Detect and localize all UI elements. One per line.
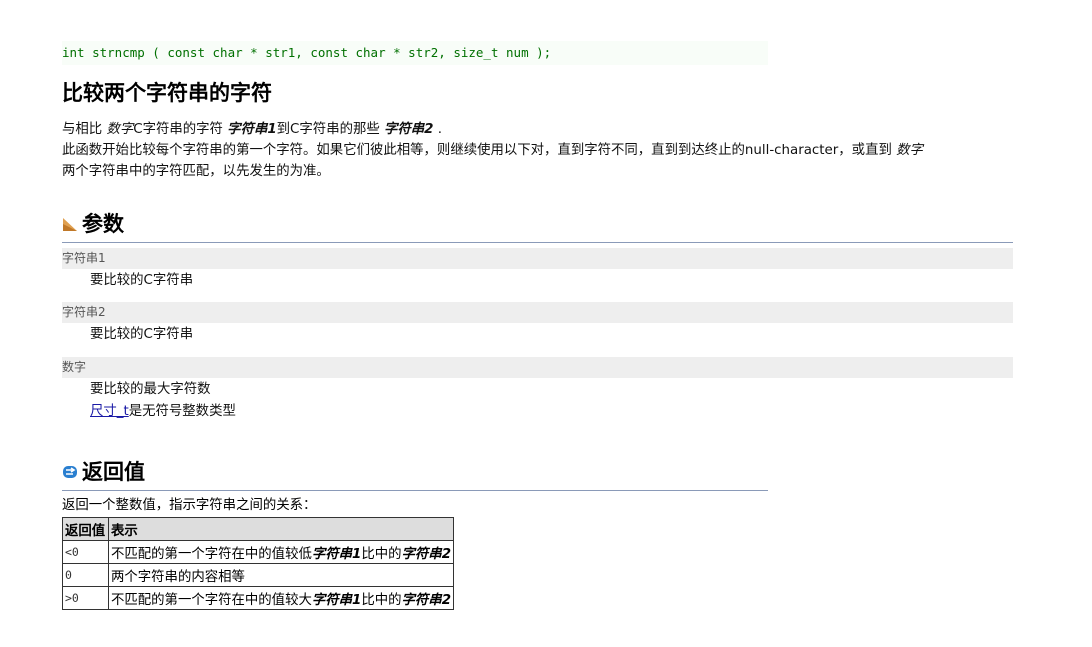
table-row: 0 两个字符串的内容相等 xyxy=(62,563,455,587)
return-code: <0 xyxy=(62,540,109,564)
table-header-row: 返回值 表示 xyxy=(62,517,455,541)
return-meaning: 不匹配的第一个字符在中的值较大字符串1比中的字符串2 xyxy=(107,586,455,610)
return-intro: 返回一个整数值，指示字符串之间的关系： xyxy=(62,498,317,513)
param-term-str1: 字符串1 xyxy=(62,248,1013,269)
description: 与相比 数字C字符串的字符 字符串1到C字符串的那些 字符串2 . 此函数开始比… xyxy=(62,119,1022,182)
return-code: 0 xyxy=(62,563,109,587)
return-value-table: 返回值 表示 <0 不匹配的第一个字符在中的值较低字符串1比中的字符串2 0 两… xyxy=(62,517,455,610)
param-def-str1: 要比较的C字符串 xyxy=(90,273,194,288)
table-header-meaning: 表示 xyxy=(107,517,455,541)
return-value-heading: 返回值 xyxy=(62,457,145,487)
description-line-2: 此函数开始比较每个字符串的第一个字符。如果它们彼此相等，则继续使用以下对，直到字… xyxy=(62,143,923,158)
table-header-return: 返回值 xyxy=(62,517,109,541)
triangle-icon xyxy=(62,210,78,231)
table-row: <0 不匹配的第一个字符在中的值较低字符串1比中的字符串2 xyxy=(62,540,455,564)
return-arrow-icon xyxy=(62,458,78,478)
param-def-num-type: 尺寸_t是无符号整数类型 xyxy=(90,404,236,419)
description-line-3: 两个字符串中的字符匹配，以先发生的为准。 xyxy=(62,164,330,179)
size-t-link[interactable]: 尺寸_t xyxy=(90,404,129,419)
param-term-num: 数字 xyxy=(62,357,1013,378)
return-meaning: 两个字符串的内容相等 xyxy=(107,563,455,587)
param-term-str2: 字符串2 xyxy=(62,302,1013,323)
page-title: 比较两个字符串的字符 xyxy=(62,81,272,105)
return-meaning: 不匹配的第一个字符在中的值较低字符串1比中的字符串2 xyxy=(107,540,455,564)
return-code: >0 xyxy=(62,586,109,610)
parameters-divider xyxy=(62,242,1013,243)
param-def-str2: 要比较的C字符串 xyxy=(90,327,194,342)
function-prototype: int strncmp ( const char * str1, const c… xyxy=(62,41,768,65)
param-def-num: 要比较的最大字符数 xyxy=(90,382,211,397)
description-line-1: 与相比 数字C字符串的字符 字符串1到C字符串的那些 字符串2 . xyxy=(62,122,443,137)
table-row: >0 不匹配的第一个字符在中的值较大字符串1比中的字符串2 xyxy=(62,586,455,610)
return-value-divider xyxy=(62,490,768,491)
parameters-heading: 参数 xyxy=(62,209,124,239)
